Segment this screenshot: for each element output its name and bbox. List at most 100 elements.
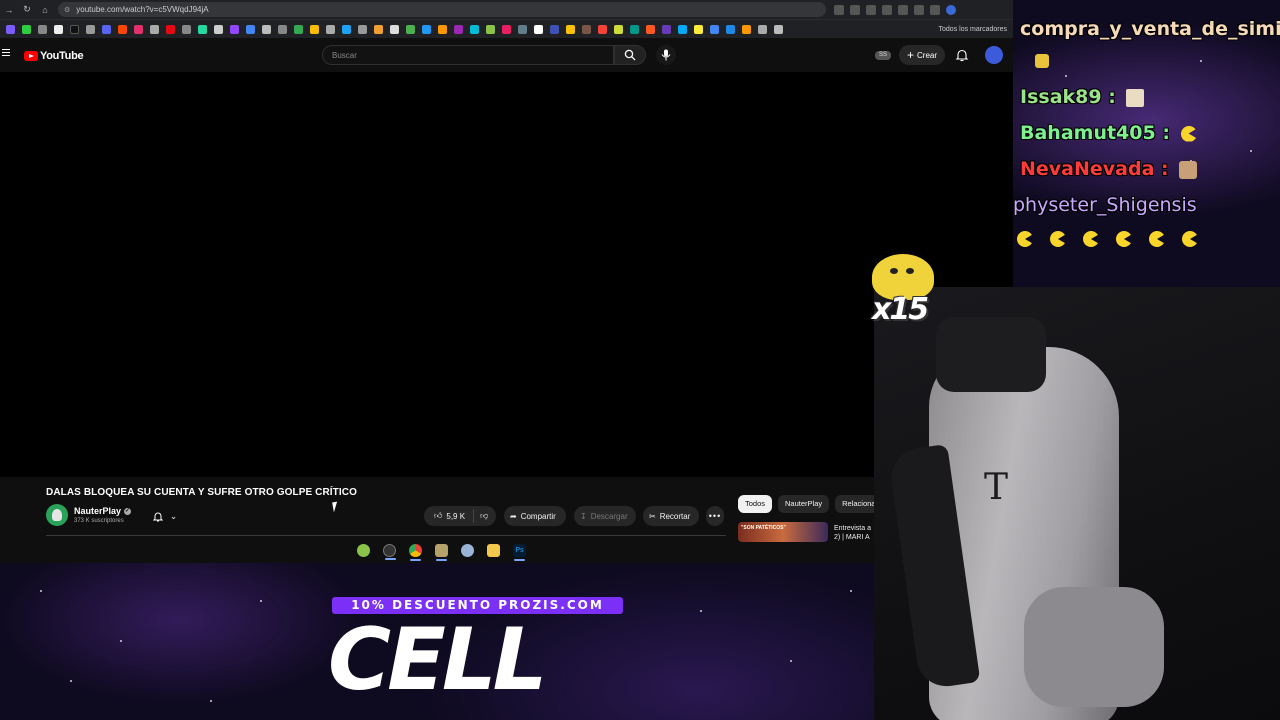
menu-icon[interactable]: [2, 49, 10, 57]
cast-icon[interactable]: [834, 4, 844, 15]
bookmark-icon[interactable]: [614, 24, 623, 34]
app-icon[interactable]: [357, 544, 370, 557]
bookmark-icon[interactable]: [86, 24, 95, 34]
profile-icon[interactable]: [946, 4, 956, 15]
bookmark-icon[interactable]: [294, 24, 303, 34]
sidepanel-icon[interactable]: [930, 4, 940, 15]
bookmark-icon[interactable]: [630, 24, 639, 34]
bookmark-icon[interactable]: [374, 24, 383, 34]
dislike-button[interactable]: 👎︎: [474, 511, 488, 521]
bookmark-icon[interactable]: [582, 24, 591, 34]
instagram-icon[interactable]: [134, 24, 143, 34]
bookmark-icon[interactable]: [182, 24, 191, 34]
bookmark-icon[interactable]: [6, 24, 15, 34]
bookmark-icon[interactable]: [422, 24, 431, 34]
video-player[interactable]: [0, 72, 1013, 477]
clip-button[interactable]: ✂ Recortar: [643, 506, 699, 526]
search-input[interactable]: Buscar: [322, 45, 614, 65]
obs-icon[interactable]: [383, 544, 396, 560]
bookmark-icon[interactable]: [262, 24, 271, 34]
youtube-logo[interactable]: YouTube: [24, 50, 84, 62]
home-icon[interactable]: ⌂: [36, 1, 54, 19]
back-icon[interactable]: →: [0, 1, 18, 19]
bookmark-icon[interactable]: [198, 24, 207, 34]
channel-avatar[interactable]: [46, 504, 68, 526]
bookmark-icon[interactable]: [214, 24, 223, 34]
bookmark-icon[interactable]: [454, 24, 463, 34]
like-dislike-group: 👍︎ 5,9 K 👎︎: [424, 506, 496, 526]
share-button[interactable]: ➦ Compartir: [504, 506, 566, 526]
bookmark-icon[interactable]: [662, 24, 671, 34]
url-text: youtube.com/watch?v=c5VWqdJ94jA: [76, 5, 209, 14]
bookmark-icon[interactable]: [246, 24, 255, 34]
bookmark-icon[interactable]: [342, 24, 351, 34]
bookmark-icon[interactable]: [166, 24, 175, 34]
chevron-double-icon[interactable]: [774, 24, 783, 34]
voice-search-button[interactable]: [656, 45, 676, 65]
extension-icon[interactable]: [866, 4, 876, 15]
bookmark-icon[interactable]: [726, 24, 735, 34]
x-icon[interactable]: [54, 24, 63, 34]
chip-todos[interactable]: Todos: [738, 495, 773, 513]
bookmark-icon[interactable]: [566, 24, 575, 34]
bookmark-icon[interactable]: [358, 24, 367, 34]
bookmark-icon[interactable]: [502, 24, 511, 34]
user-avatar[interactable]: [985, 46, 1003, 64]
file-explorer-icon[interactable]: [487, 544, 500, 557]
all-bookmarks-link[interactable]: Todos los marcadores: [939, 26, 1007, 33]
bookmark-icon[interactable]: [22, 24, 31, 34]
bookmark-icon[interactable]: [678, 24, 687, 34]
chrome-icon[interactable]: [409, 544, 422, 561]
app-icon[interactable]: [461, 544, 474, 557]
search-button[interactable]: [614, 45, 646, 65]
bookmark-icon[interactable]: [278, 24, 287, 34]
bookmark-icon[interactable]: [710, 24, 719, 34]
bookmark-icon[interactable]: [598, 24, 607, 34]
bookmark-icon[interactable]: [38, 24, 47, 34]
bookmark-icon[interactable]: [310, 24, 319, 34]
puzzle-icon[interactable]: [914, 4, 924, 15]
chip-nauterplay[interactable]: NauterPlay: [778, 495, 830, 513]
twitch-icon[interactable]: [230, 24, 239, 34]
more-actions-button[interactable]: •••: [706, 506, 724, 526]
plus-icon: +: [906, 48, 914, 62]
chat-emote-row: [1013, 231, 1198, 247]
bookmark-icon[interactable]: [518, 24, 527, 34]
channel-name-row[interactable]: NauterPlay ✓: [74, 506, 132, 516]
chat-username: compra_y_venta_de_simios: [1020, 18, 1280, 40]
bookmark-icon[interactable]: [534, 24, 543, 34]
bookmark-icon[interactable]: [486, 24, 495, 34]
chat-emote-icon: [1126, 88, 1145, 107]
channel-name[interactable]: NauterPlay: [74, 506, 121, 516]
address-bar[interactable]: ⚙ youtube.com/watch?v=c5VWqdJ94jA: [58, 2, 826, 17]
bookmark-icon[interactable]: [694, 24, 703, 34]
bookmark-icon[interactable]: [390, 24, 399, 34]
site-info-icon[interactable]: ⚙: [64, 6, 70, 14]
bookmark-icon[interactable]: [758, 24, 767, 34]
bookmark-icon[interactable]: [742, 24, 751, 34]
bookmark-icon[interactable]: [118, 24, 127, 34]
video-title: DALAS BLOQUEA SU CUENTA Y SUFRE OTRO GOL…: [46, 487, 357, 498]
discord-icon[interactable]: [102, 24, 111, 34]
tiktok-icon[interactable]: [70, 24, 79, 34]
photoshop-icon[interactable]: Ps: [513, 544, 526, 561]
notifications-bell-icon[interactable]: [955, 48, 969, 62]
reload-icon[interactable]: ↻: [18, 1, 36, 19]
bookmark-icon[interactable]: [550, 24, 559, 34]
download-button[interactable]: ↧ Descargar: [574, 506, 636, 526]
subscribed-notifications-button[interactable]: ⌄: [145, 507, 185, 525]
related-video-thumbnail[interactable]: "SON PATÉTICOS": [738, 522, 828, 542]
account-badge[interactable]: SS: [875, 51, 891, 60]
bookmark-icon[interactable]: [438, 24, 447, 34]
extension-icon[interactable]: [882, 4, 892, 15]
app-icon[interactable]: [435, 544, 448, 561]
extension-icon[interactable]: [898, 4, 908, 15]
bookmark-icon[interactable]: [470, 24, 479, 34]
star-icon[interactable]: [850, 4, 860, 15]
create-button[interactable]: + Crear: [899, 45, 945, 65]
bookmark-icon[interactable]: [150, 24, 159, 34]
bookmark-icon[interactable]: [326, 24, 335, 34]
like-button[interactable]: 👍︎ 5,9 K: [424, 509, 475, 523]
bookmark-icon[interactable]: [646, 24, 655, 34]
bookmark-icon[interactable]: [406, 24, 415, 34]
